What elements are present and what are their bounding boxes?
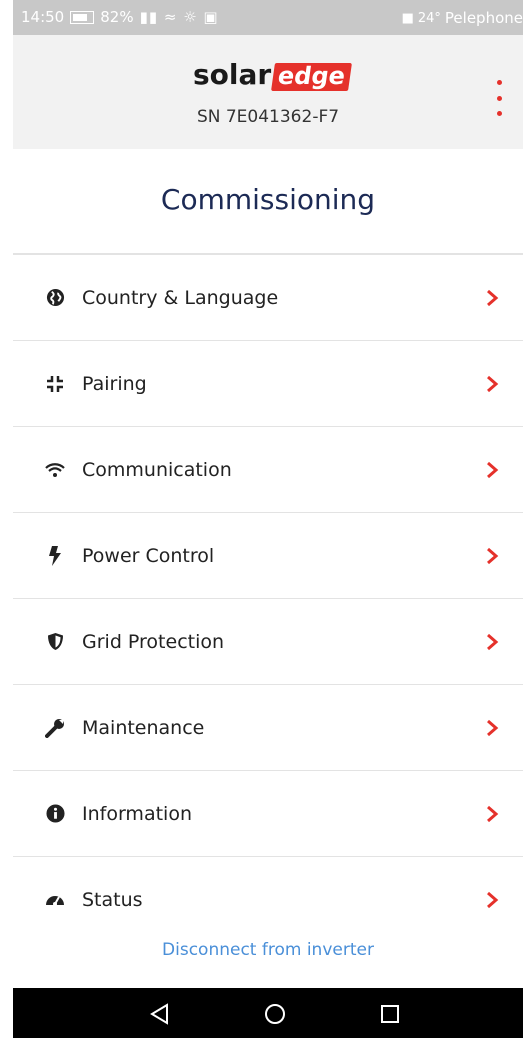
chevron-right-icon [487,719,499,736]
menu-item-power-control[interactable]: Power Control [13,513,523,599]
clock: 14:50 [21,8,65,26]
menu-item-grid-protection[interactable]: Grid Protection [13,599,523,685]
solaredge-logo: solar edge [193,57,353,91]
battery-level: 82% [100,8,134,26]
status-right: ■ 24° Pelephone [402,9,523,27]
chevron-right-icon [487,805,499,822]
logo-solar-text: solar [193,58,272,91]
recents-icon[interactable] [378,1003,402,1025]
gauge-icon [45,890,65,910]
menu-item-label: Power Control [82,544,215,567]
menu-item-label: Country & Language [82,286,279,309]
commissioning-menu: Country & Language Pairing Communication… [13,253,523,917]
menu-item-country-language[interactable]: Country & Language [13,255,523,341]
menu-item-label: Pairing [82,372,147,395]
menu-item-label: Maintenance [82,716,205,739]
menu-item-pairing[interactable]: Pairing [13,341,523,427]
temperature: 24° [417,10,441,26]
menu-item-information[interactable]: Information [13,771,523,857]
status-bar: 14:50 82% ▮▮ ≈ ☼ ▣ ■ 24° Pelephone [13,0,523,35]
signal-wifi-icons: ▮▮ ≈ ☼ ▣ [139,8,219,26]
wifi-icon [45,460,65,480]
chevron-right-icon [487,461,499,478]
menu-item-label: Status [82,888,143,911]
menu-item-label: Communication [82,458,232,481]
serial-number: SN 7E041362-F7 [196,107,340,127]
logo-edge-text: edge [271,62,353,91]
menu-item-communication[interactable]: Communication [13,427,523,513]
chevron-right-icon [487,375,499,392]
chevron-right-icon [487,289,499,306]
pairing-icon [45,374,65,394]
chevron-right-icon [487,547,499,564]
chevron-right-icon [487,633,499,650]
menu-item-status[interactable]: Status [13,857,523,917]
info-icon [45,804,65,824]
carrier: Pelephone [444,9,523,27]
menu-item-maintenance[interactable]: Maintenance [13,685,523,771]
page-title: Commissioning [160,183,376,216]
back-icon[interactable] [148,1003,172,1025]
home-icon[interactable] [263,1003,287,1025]
system-nav-bar [13,988,523,1038]
menu-item-label: Grid Protection [82,630,225,653]
wrench-icon [45,718,65,738]
disconnect-link[interactable]: Disconnect from inverter [13,940,523,960]
app-screen: 14:50 82% ▮▮ ≈ ☼ ▣ ■ 24° Pelephone solar… [13,0,523,1038]
video-icon: ■ [401,10,414,26]
shield-icon [45,632,65,652]
menu-item-label: Information [82,802,192,825]
globe-icon [45,288,65,308]
app-header: solar edge SN 7E041362-F7 [13,35,523,149]
status-left: 14:50 82% ▮▮ ≈ ☼ ▣ [21,8,219,26]
chevron-right-icon [487,891,499,908]
overflow-menu-icon[interactable] [495,80,503,116]
battery-icon [70,10,95,24]
bolt-icon [45,545,65,566]
